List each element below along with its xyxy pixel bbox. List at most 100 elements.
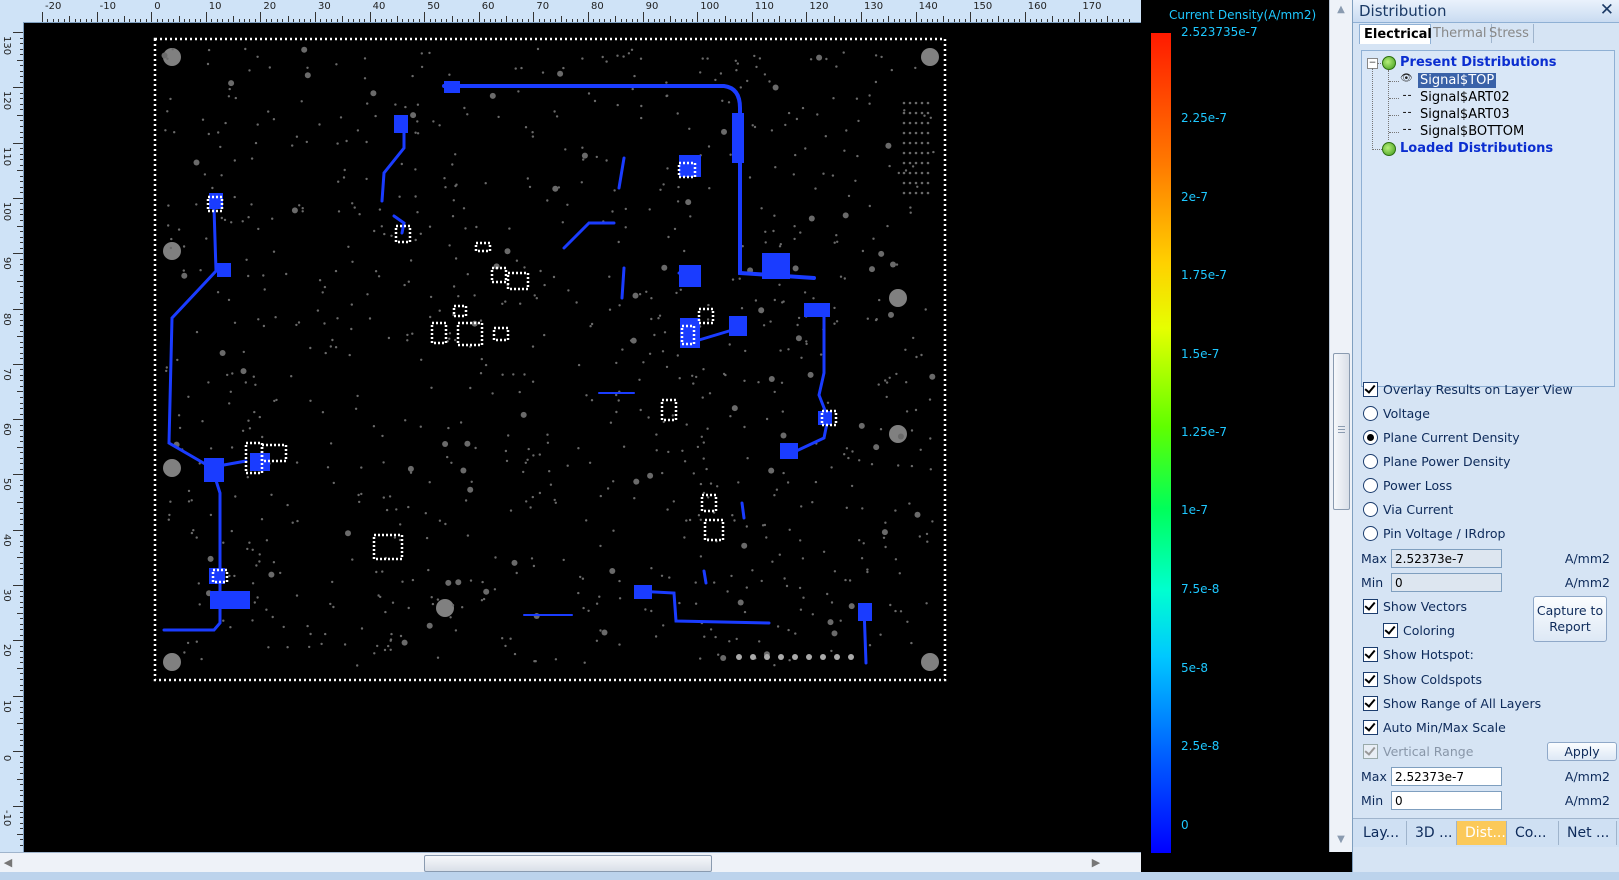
- tab-electrical[interactable]: Electrical: [1359, 24, 1432, 44]
- tree-item-signal-top[interactable]: Signal$TOP: [1418, 73, 1497, 88]
- ruler-tick: [20, 109, 23, 111]
- ruler-tick: [20, 573, 23, 575]
- via: [420, 52, 423, 55]
- tree-item-signal-bottom[interactable]: Signal$BOTTOM: [1420, 124, 1524, 139]
- radio-via-current[interactable]: Via Current: [1363, 501, 1453, 521]
- show-vectors-checkbox[interactable]: Show Vectors: [1363, 598, 1467, 618]
- ruler-tick: [336, 19, 338, 22]
- via: [888, 164, 891, 168]
- coloring-checkbox[interactable]: Coloring: [1383, 622, 1455, 642]
- ruler-tick: [194, 19, 196, 22]
- tab-layers[interactable]: Lay...: [1355, 821, 1407, 845]
- ruler-tick: [784, 19, 786, 22]
- radio-plane-current-density[interactable]: Plane Current Density: [1363, 429, 1520, 449]
- via: [910, 641, 913, 645]
- distribution-tree[interactable]: − Present Distributions 👁 Signal$TOP ⁃⁃ …: [1361, 50, 1615, 387]
- via: [714, 78, 717, 82]
- tab-distribution[interactable]: Dist...: [1457, 821, 1507, 845]
- via: [926, 191, 930, 195]
- via: [552, 185, 559, 192]
- via: [685, 423, 688, 426]
- via: [336, 142, 339, 145]
- vertical-scroll-thumb[interactable]: [1333, 353, 1350, 510]
- show-coldspots-checkbox[interactable]: Show Coldspots: [1363, 671, 1482, 691]
- scroll-right-icon[interactable]: ▶: [1090, 855, 1102, 870]
- via: [416, 211, 419, 214]
- horizontal-scrollbar[interactable]: ◀ ▶: [0, 852, 1141, 873]
- via: [374, 270, 378, 273]
- via: [699, 518, 702, 521]
- via: [347, 245, 350, 248]
- ruler-tick: [20, 844, 23, 846]
- radio-voltage[interactable]: Voltage: [1363, 405, 1430, 425]
- radio-power-loss[interactable]: Power Loss: [1363, 477, 1452, 497]
- ruler-tick: [680, 19, 682, 22]
- ruler-tick: [17, 280, 23, 282]
- ruler-tick: [779, 16, 781, 22]
- via: [908, 171, 912, 175]
- ruler-tick: [790, 19, 792, 22]
- vertical-scrollbar[interactable]: ▲ ▼: [1329, 0, 1352, 852]
- distribution-folder-icon: [1382, 56, 1396, 70]
- tab-stress[interactable]: Stress: [1485, 24, 1534, 43]
- tree-item-signal-art03[interactable]: Signal$ART03: [1420, 107, 1510, 122]
- via: [446, 455, 449, 459]
- ruler-tick: [20, 275, 23, 277]
- ruler-tick: [1030, 19, 1032, 22]
- vertical-min-field[interactable]: 0: [1391, 791, 1502, 810]
- tree-loaded-distributions[interactable]: Loaded Distributions: [1400, 141, 1553, 156]
- tree-present-distributions[interactable]: Present Distributions: [1400, 55, 1557, 70]
- close-icon[interactable]: ✕: [1600, 0, 1614, 20]
- via: [903, 109, 906, 112]
- ruler-tick: [768, 19, 770, 22]
- via: [581, 57, 584, 60]
- scroll-up-icon[interactable]: ▲: [1334, 4, 1348, 16]
- horizontal-scroll-thumb[interactable]: [424, 855, 712, 872]
- tab-3d[interactable]: 3D ...: [1407, 821, 1457, 845]
- layout-canvas[interactable]: [24, 23, 1141, 853]
- ruler-tick: [20, 717, 23, 719]
- via: [885, 381, 889, 384]
- via: [431, 602, 435, 606]
- via: [595, 639, 599, 642]
- via: [803, 291, 807, 294]
- via: [268, 571, 275, 578]
- via: [617, 240, 620, 244]
- via: [906, 620, 909, 623]
- via: [845, 129, 848, 132]
- scroll-left-icon[interactable]: ◀: [2, 855, 14, 870]
- capture-to-report-button[interactable]: Capture to Report: [1533, 596, 1607, 642]
- via: [195, 330, 199, 334]
- show-hotspots-checkbox[interactable]: Show Hotspot:: [1363, 646, 1474, 666]
- via: [753, 125, 757, 129]
- via: [561, 221, 564, 224]
- ruler-tick: [20, 297, 23, 299]
- tree-item-signal-art02[interactable]: Signal$ART02: [1420, 90, 1510, 105]
- via: [257, 318, 260, 321]
- tab-thermal[interactable]: Thermal: [1429, 24, 1492, 43]
- auto-minmax-checkbox[interactable]: Auto Min/Max Scale: [1363, 719, 1506, 739]
- via: [618, 579, 621, 583]
- via: [908, 141, 912, 145]
- vertical-range-checkbox[interactable]: Vertical Range: [1363, 743, 1473, 763]
- eye-icon[interactable]: 👁: [1400, 73, 1413, 84]
- tab-co[interactable]: Co...: [1507, 821, 1559, 845]
- ruler-label: 70: [1, 367, 12, 381]
- apply-button[interactable]: Apply: [1547, 742, 1617, 761]
- via: [268, 66, 271, 69]
- radio-pin-voltage[interactable]: Pin Voltage / IRdrop: [1363, 525, 1505, 545]
- radio-plane-power-density[interactable]: Plane Power Density: [1363, 453, 1511, 473]
- vertical-max-field[interactable]: 2.52373e-7: [1391, 767, 1502, 786]
- overlay-results-checkbox[interactable]: Overlay Results on Layer View: [1363, 381, 1573, 401]
- via: [501, 373, 504, 376]
- tab-net[interactable]: Net ...: [1559, 821, 1617, 845]
- via: [719, 72, 723, 75]
- via: [866, 568, 869, 571]
- scroll-down-icon[interactable]: ▼: [1334, 834, 1348, 846]
- show-range-all-layers-checkbox[interactable]: Show Range of All Layers: [1363, 695, 1541, 715]
- ruler-tick: [724, 16, 726, 22]
- via: [928, 398, 932, 401]
- pcb-board-view[interactable]: [24, 23, 1141, 853]
- via: [381, 570, 384, 573]
- ruler-tick: [178, 16, 180, 22]
